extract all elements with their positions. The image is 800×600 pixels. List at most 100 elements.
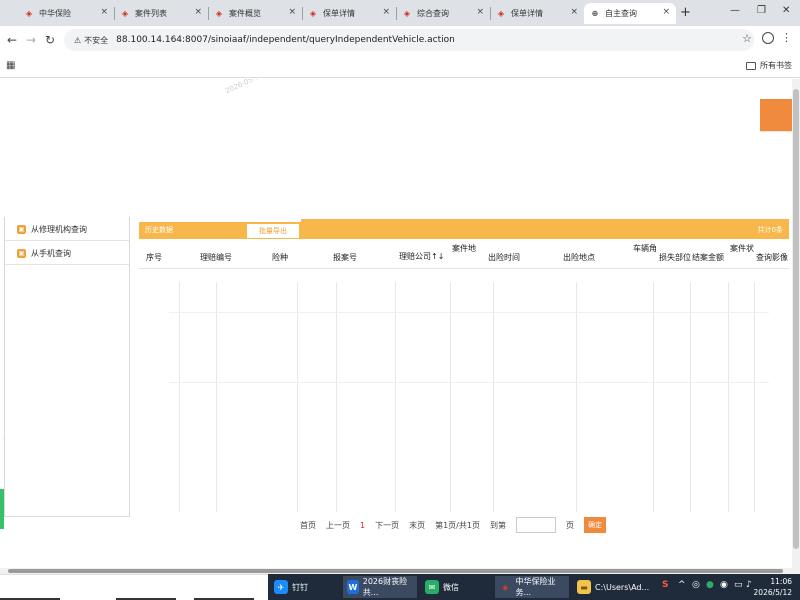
volume-icon[interactable]: ♪: [746, 580, 752, 590]
input-method-icon[interactable]: S: [662, 580, 668, 590]
column-header: 车辆角: [633, 244, 657, 253]
profile-icon[interactable]: [762, 32, 774, 44]
reload-icon[interactable]: ↻: [45, 33, 55, 47]
taskbar-browser[interactable]: ◈ 中华保险业务...: [495, 576, 569, 598]
tray-wechat-icon[interactable]: ●: [706, 580, 714, 590]
last-page-link[interactable]: 末页: [409, 520, 425, 531]
query-sidebar: ▣ 从修理机构查询 ▣ 从手机查询: [4, 217, 130, 517]
column-header: 出险时间: [488, 253, 520, 262]
tab-comprehensive-query[interactable]: ◈ 综合查询 ×: [396, 3, 491, 24]
chevron-up-icon[interactable]: ^: [678, 580, 686, 590]
page-unit-label: 页: [565, 520, 574, 530]
panel-header: 历史数据 批量导出 共计0条: [139, 219, 789, 239]
pagination: 首页 上一页 1 下一页 末页 第1页/共1页 到第 页 确定: [300, 517, 606, 533]
browser-tab-bar: ◈ 中华保险 × ◈ 案件列表 × ◈ 案件概览 × ◈ 保单详情 × ◈ 综合…: [0, 0, 800, 26]
globe-icon: ⊕: [591, 9, 599, 18]
sidebar-item-repair-org-query[interactable]: ▣ 从修理机构查询: [5, 219, 129, 241]
column-header-sortable[interactable]: 理赔公司↑↓: [399, 251, 444, 262]
bookmark-star-icon[interactable]: ☆: [742, 32, 752, 45]
brand-logo-icon: ◈: [25, 9, 33, 18]
query-icon: ▣: [17, 249, 26, 258]
brand-logo-icon: ◈: [215, 9, 223, 18]
tab-label: 保单详情: [323, 9, 355, 18]
sidebar-item-phone-query[interactable]: ▣ 从手机查询: [5, 243, 129, 265]
close-icon[interactable]: ×: [100, 7, 108, 17]
taskbar-excel-file[interactable]: W 2026财丧险共...: [343, 576, 417, 598]
column-header: 序号: [146, 253, 162, 262]
restore-icon[interactable]: ❐: [757, 5, 766, 16]
panel-title: 历史数据: [145, 226, 173, 234]
current-page[interactable]: 1: [360, 521, 365, 530]
vertical-scrollbar[interactable]: [792, 79, 800, 568]
column-header: 理赔编号: [200, 253, 232, 262]
address-bar[interactable]: ⚠ 不安全 88.100.14.164:8007/sinoiaaf/indepe…: [64, 29, 754, 51]
column-header: 查询影像: [756, 253, 788, 262]
window-close-icon[interactable]: ✕: [782, 5, 790, 16]
tab-label: 自主查询: [605, 9, 637, 18]
page-content: 2026-05-12 2026-05-12 2026-05-12 2026-05…: [0, 79, 792, 568]
column-header: 险种: [272, 253, 288, 262]
minimize-icon[interactable]: —: [730, 5, 740, 16]
new-tab-button[interactable]: +: [680, 5, 691, 20]
clock-time: 11:06: [770, 577, 792, 586]
tab-label: 案件概览: [229, 9, 261, 18]
close-icon[interactable]: ×: [476, 7, 484, 17]
tray-app-icon[interactable]: ◉: [720, 580, 728, 590]
back-arrow-icon[interactable]: ←: [7, 33, 17, 47]
brand-logo-icon: ◈: [497, 9, 505, 18]
column-header: 案件状: [730, 244, 754, 253]
menu-kebab-icon[interactable]: ⋮: [781, 31, 792, 44]
not-secure-indicator[interactable]: ⚠ 不安全: [74, 35, 108, 46]
prev-page-link[interactable]: 上一页: [326, 520, 350, 531]
taskbar-search-area[interactable]: [0, 574, 268, 600]
tab-label: 案件列表: [135, 9, 167, 18]
page-number-input[interactable]: [515, 517, 556, 533]
brand-logo-icon: ◈: [502, 582, 509, 592]
system-clock[interactable]: 11:06 2026/5/12: [754, 576, 792, 598]
all-bookmarks-button[interactable]: 所有书签: [746, 60, 792, 71]
tab-label: 保单详情: [511, 9, 543, 18]
close-icon[interactable]: ×: [382, 7, 390, 17]
tab-policy-detail-2[interactable]: ◈ 保单详情 ×: [490, 3, 584, 24]
column-header: 结案金额: [692, 253, 724, 262]
tab-case-list[interactable]: ◈ 案件列表 ×: [114, 3, 209, 24]
close-icon[interactable]: ×: [662, 7, 670, 17]
goto-label: 到第: [489, 520, 506, 530]
forward-arrow-icon[interactable]: →: [26, 33, 36, 47]
url-text: 88.100.14.164:8007/sinoiaaf/independent/…: [116, 35, 455, 45]
go-button[interactable]: 确定: [583, 517, 606, 533]
next-page-link[interactable]: 下一页: [375, 520, 399, 531]
query-icon: ▣: [17, 225, 26, 234]
tab-zhonghua-insurance[interactable]: ◈ 中华保险 ×: [18, 3, 115, 24]
taskbar-wechat[interactable]: ✉ 微信: [421, 576, 463, 598]
browser-toolbar: ← → ↻ ⚠ 不安全 88.100.14.164:8007/sinoiaaf/…: [0, 26, 800, 55]
column-header: 案件地: [452, 244, 476, 253]
page-info: 第1页/共1页: [435, 520, 480, 530]
close-icon[interactable]: ×: [570, 7, 578, 17]
batch-export-button[interactable]: 批量导出: [247, 224, 299, 238]
close-icon[interactable]: ×: [194, 7, 202, 17]
bookmarks-bar: ▦ 所有书签: [0, 55, 800, 78]
wechat-icon: ✉: [425, 580, 439, 594]
document-icon: W: [347, 580, 359, 594]
tab-policy-detail[interactable]: ◈ 保单详情 ×: [302, 3, 397, 24]
tab-case-overview[interactable]: ◈ 案件概览 ×: [208, 3, 303, 24]
history-data-panel: 历史数据 批量导出 共计0条 序号 理赔编号 险种 报案号 理赔公司↑↓ 案件地…: [139, 219, 789, 522]
folder-icon: ▬: [577, 580, 591, 594]
tray-app-icon[interactable]: ◎: [692, 580, 700, 590]
first-page-link[interactable]: 首页: [300, 520, 316, 531]
windows-taskbar: ✈ 钉钉 W 2026财丧险共... ✉ 微信 ◈ 中华保险业务... ▬ C:…: [0, 574, 800, 600]
network-icon[interactable]: ▭: [734, 580, 743, 590]
header-accent-block: [760, 99, 792, 131]
taskbar-file-explorer[interactable]: ▬ C:\Users\Ad...: [573, 576, 653, 598]
tab-label: 中华保险: [39, 9, 71, 18]
column-header: 出险地点: [563, 253, 595, 262]
apps-grid-icon[interactable]: ▦: [6, 60, 15, 71]
brand-logo-icon: ◈: [403, 9, 411, 18]
dingtalk-icon: ✈: [274, 580, 288, 594]
record-count: 共计0条: [757, 226, 783, 234]
tab-self-query[interactable]: ⊕ 自主查询 ×: [584, 3, 676, 24]
brand-logo-icon: ◈: [309, 9, 317, 18]
taskbar-dingtalk[interactable]: ✈ 钉钉: [270, 576, 312, 598]
close-icon[interactable]: ×: [288, 7, 296, 17]
